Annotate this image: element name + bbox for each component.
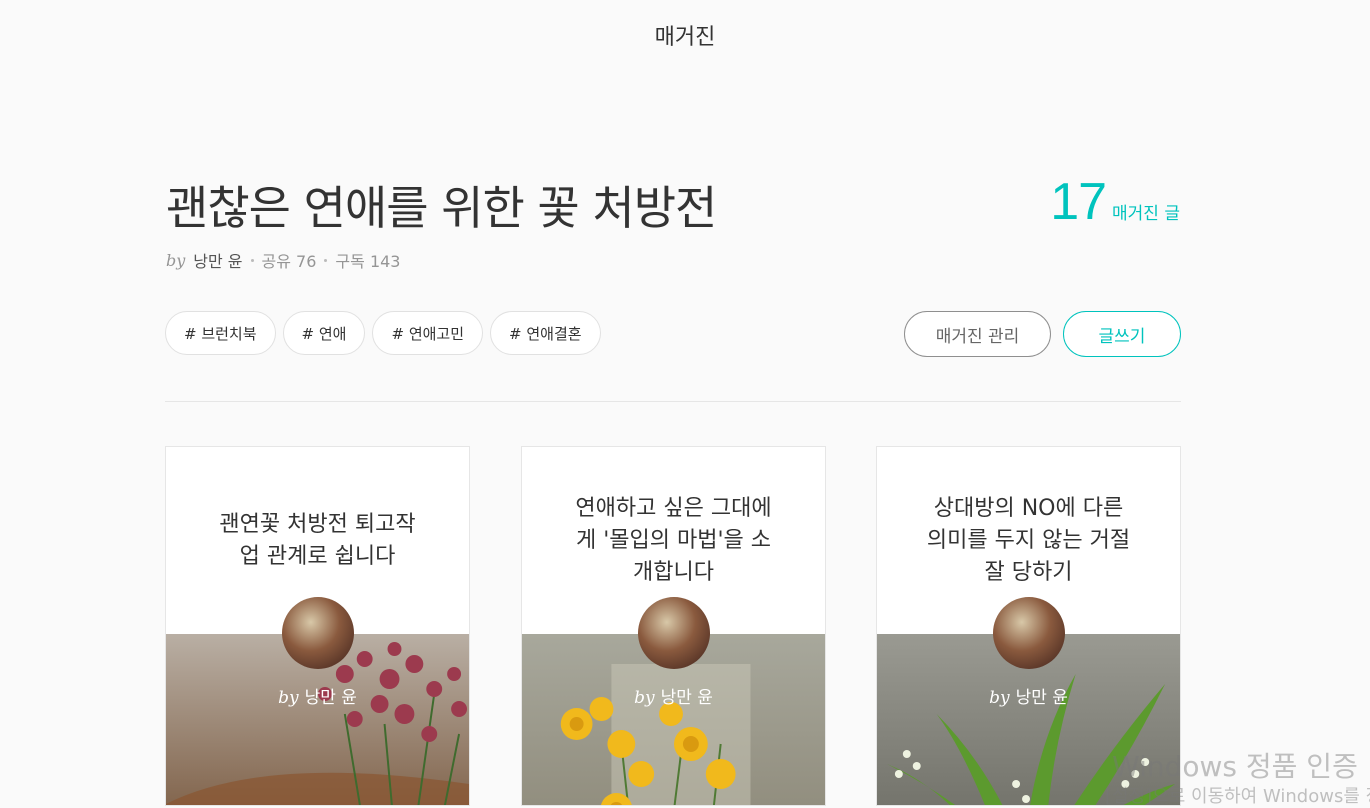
card-byline: by 낭만 윤 (166, 683, 469, 708)
magazine-actions: 매거진 관리 글쓰기 (904, 311, 1181, 357)
article-count-label: 매거진 글 (1112, 204, 1180, 224)
share-count: 공유 76 (261, 252, 317, 271)
magazine-title: 괜찮은 연애를 위한 꽃 처방전 (166, 181, 717, 235)
page-header-title[interactable]: 매거진 (0, 19, 1370, 51)
windows-activation-watermark-subtext: [설정]으로 이동하여 Windows를 정품 인증합니다. (1105, 786, 1370, 807)
author-avatar[interactable] (992, 597, 1065, 669)
divider (165, 401, 1181, 402)
author-avatar[interactable] (637, 597, 710, 669)
by-label: by (634, 688, 655, 708)
author-avatar[interactable] (281, 597, 354, 669)
magazine-meta: by 낭만 윤 공유 76 구독 143 (166, 248, 401, 272)
tag-dating-worries[interactable]: # 연애고민 (372, 311, 484, 355)
tag-dating-marriage[interactable]: # 연애결혼 (490, 311, 601, 355)
top-bar: 매거진 (0, 0, 1370, 70)
card-byline: by 낭만 윤 (877, 683, 1180, 708)
tag-list: # 브런치북 # 연애 # 연애고민 # 연애결혼 (165, 311, 601, 355)
by-label: by (166, 250, 186, 270)
card-author[interactable]: 낭만 윤 (305, 688, 357, 708)
card-author[interactable]: 낭만 윤 (1016, 688, 1068, 708)
article-card[interactable]: 연애하고 싶은 그대에게 '몰입의 마법'을 소개합니다 by 낭만 윤 (521, 446, 826, 806)
card-author[interactable]: 낭만 윤 (661, 688, 713, 708)
manage-magazine-button[interactable]: 매거진 관리 (904, 311, 1051, 357)
card-byline: by 낭만 윤 (522, 683, 825, 708)
tag-dating[interactable]: # 연애 (282, 311, 366, 355)
by-label: by (989, 688, 1010, 708)
write-button[interactable]: 글쓰기 (1063, 311, 1181, 357)
article-count: 17 매거진 글 (1050, 172, 1180, 232)
by-label: by (278, 688, 299, 708)
separator-dot (250, 258, 254, 262)
windows-activation-watermark: Windows 정품 인증 (1112, 750, 1358, 783)
separator-dot (324, 258, 328, 262)
author-link[interactable]: 낭만 윤 (193, 248, 242, 272)
subscriber-count: 구독 143 (335, 252, 401, 271)
article-count-number: 17 (1050, 173, 1107, 231)
tag-brunchbook[interactable]: # 브런치북 (165, 311, 276, 355)
article-card[interactable]: 괜연꽃 처방전 퇴고작업 관계로 쉽니다 by 낭만 윤 (165, 446, 470, 806)
